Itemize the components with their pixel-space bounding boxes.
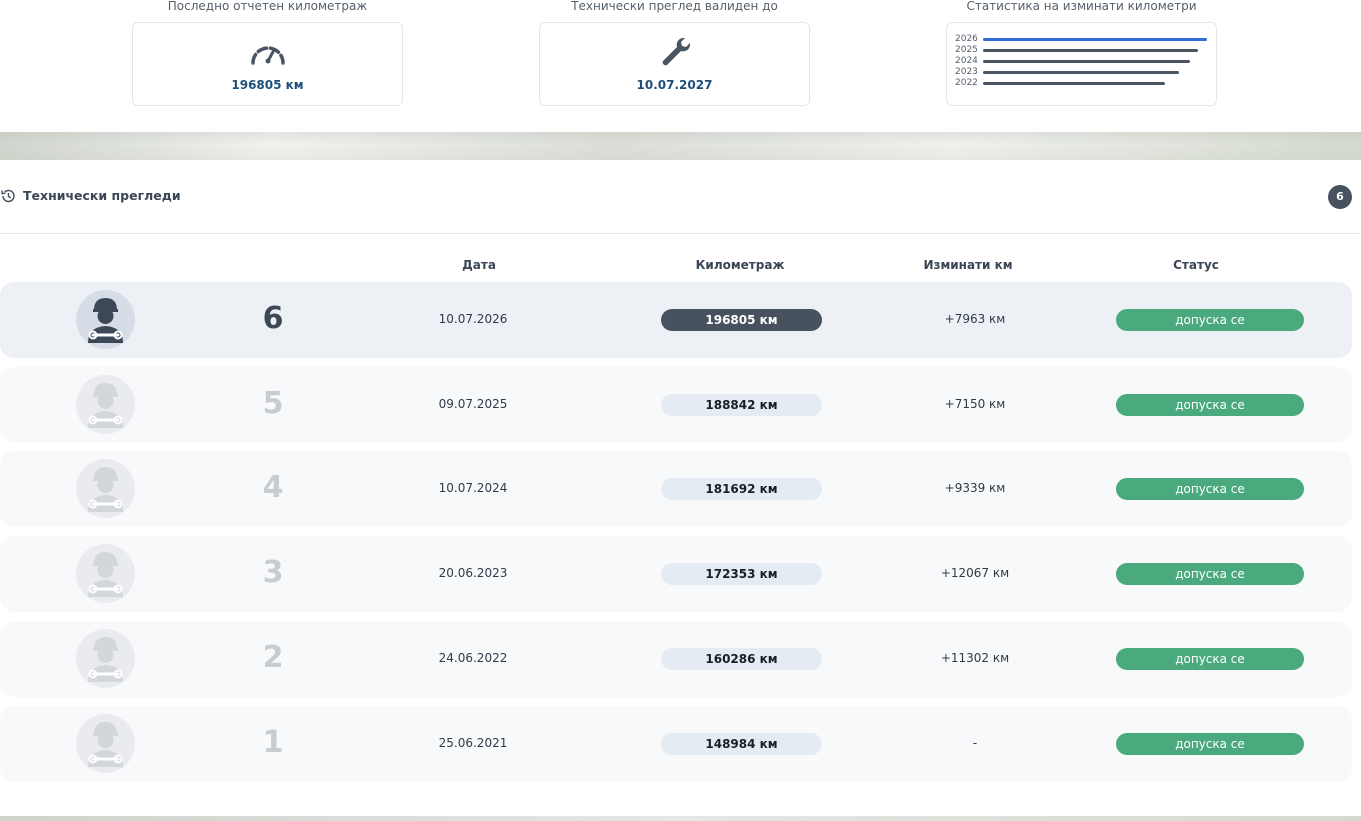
- table-row[interactable]: 3 20.06.2023 172353 км +12067 км допуска…: [0, 536, 1352, 612]
- stat-year: 2026: [955, 34, 978, 44]
- mileage-pill: 160286 км: [661, 648, 822, 670]
- stats-card[interactable]: 2026 2025 2024 2023 2022: [946, 22, 1217, 106]
- table-row[interactable]: 4 10.07.2024 181692 км +9339 км допуска …: [0, 451, 1352, 527]
- column-date: Дата: [462, 258, 496, 272]
- stat-year: 2022: [955, 78, 978, 88]
- count-badge: 6: [1328, 185, 1352, 209]
- stat-bar: [983, 48, 1198, 53]
- inspection-number: 1: [262, 725, 284, 760]
- mechanic-icon: [88, 552, 123, 597]
- mechanic-avatar: [76, 290, 135, 349]
- status-badge: допуска се: [1116, 563, 1304, 585]
- wrench-icon: [662, 37, 690, 66]
- table-row[interactable]: 1 25.06.2021 148984 км - допуска се: [0, 706, 1352, 782]
- stat-row: 2026: [955, 34, 1208, 45]
- table-row[interactable]: 6 10.07.2026 196805 км +7963 км допуска …: [0, 282, 1352, 358]
- stat-year: 2025: [955, 45, 978, 55]
- stat-bar: [983, 59, 1190, 64]
- stat-bar: [983, 81, 1165, 86]
- inspection-title: Технически преглед валиден до: [571, 0, 778, 13]
- inspection-card: 10.07.2027: [539, 22, 810, 106]
- mechanic-avatar: [76, 714, 135, 773]
- table-row[interactable]: 5 09.07.2025 188842 км +7150 км допуска …: [0, 367, 1352, 443]
- column-traveled: Изминати км: [923, 258, 1013, 272]
- inspection-date: 20.06.2023: [438, 566, 508, 580]
- inspection-date: 10.07.2024: [438, 481, 508, 495]
- stat-bar: [983, 70, 1179, 75]
- section-header: Технически прегледи 6: [0, 160, 1361, 234]
- stat-year: 2024: [955, 56, 978, 66]
- traveled-km: +9339 км: [944, 481, 1006, 495]
- traveled-km: -: [972, 736, 978, 750]
- mileage-title: Последно отчетен километраж: [167, 0, 368, 13]
- mileage-pill: 172353 км: [661, 563, 822, 585]
- mechanic-icon: [88, 467, 123, 512]
- stat-row: 2025: [955, 45, 1208, 56]
- stats-title: Статистика на изминати километри: [966, 0, 1197, 13]
- mechanic-avatar: [76, 544, 135, 603]
- inspection-date: 24.06.2022: [438, 651, 508, 665]
- traveled-km: +11302 км: [940, 651, 1010, 665]
- inspection-number: 3: [262, 555, 284, 590]
- status-badge: допуска се: [1116, 394, 1304, 416]
- stat-year: 2023: [955, 67, 978, 77]
- section-title: Технически прегледи: [23, 188, 181, 203]
- mileage-card: 196805 км: [132, 22, 403, 106]
- column-status: Статус: [1173, 258, 1219, 272]
- stat-row: 2023: [955, 67, 1208, 78]
- traveled-km: +7150 км: [944, 397, 1006, 411]
- mechanic-icon: [88, 722, 123, 767]
- inspection-number: 6: [262, 301, 284, 336]
- decorative-band: [0, 132, 1361, 160]
- inspection-summary: Технически преглед валиден до 10.07.2027: [539, 0, 810, 106]
- status-badge: допуска се: [1116, 478, 1304, 500]
- mechanic-avatar: [76, 629, 135, 688]
- stats-summary: Статистика на изминати километри 2026 20…: [946, 0, 1217, 106]
- history-icon: [1, 189, 15, 203]
- decorative-band-bottom: [0, 816, 1361, 821]
- column-mileage: Километраж: [695, 258, 785, 272]
- mechanic-icon: [88, 383, 123, 428]
- inspection-number: 4: [262, 470, 284, 505]
- speedometer-icon: [250, 46, 285, 65]
- table-row[interactable]: 2 24.06.2022 160286 км +11302 км допуска…: [0, 621, 1352, 697]
- mileage-pill: 196805 км: [661, 309, 822, 331]
- mechanic-icon: [88, 298, 123, 343]
- mileage-summary: Последно отчетен километраж 196805 км: [132, 0, 403, 106]
- mileage-pill: 181692 км: [661, 478, 822, 500]
- inspection-number: 2: [262, 640, 284, 675]
- status-badge: допуска се: [1116, 733, 1304, 755]
- mileage-value: 196805 км: [231, 78, 304, 92]
- mechanic-avatar: [76, 459, 135, 518]
- stat-row: 2022: [955, 78, 1208, 89]
- stat-bar: [983, 37, 1207, 42]
- stat-row: 2024: [955, 56, 1208, 67]
- traveled-km: +12067 км: [940, 566, 1010, 580]
- inspection-date: 25.06.2021: [438, 736, 508, 750]
- traveled-km: +7963 км: [944, 312, 1006, 326]
- mileage-pill: 188842 км: [661, 394, 822, 416]
- inspection-date: 09.07.2025: [438, 397, 508, 411]
- status-badge: допуска се: [1116, 648, 1304, 670]
- table-header: Дата Километраж Изминати км Статус: [0, 256, 1361, 276]
- mechanic-icon: [88, 637, 123, 682]
- status-badge: допуска се: [1116, 309, 1304, 331]
- inspection-number: 5: [262, 386, 284, 421]
- summary-panel: Последно отчетен километраж 196805 км Те…: [0, 0, 1361, 132]
- inspection-value: 10.07.2027: [636, 78, 713, 92]
- mileage-pill: 148984 км: [661, 733, 822, 755]
- mechanic-avatar: [76, 375, 135, 434]
- inspection-date: 10.07.2026: [438, 312, 508, 326]
